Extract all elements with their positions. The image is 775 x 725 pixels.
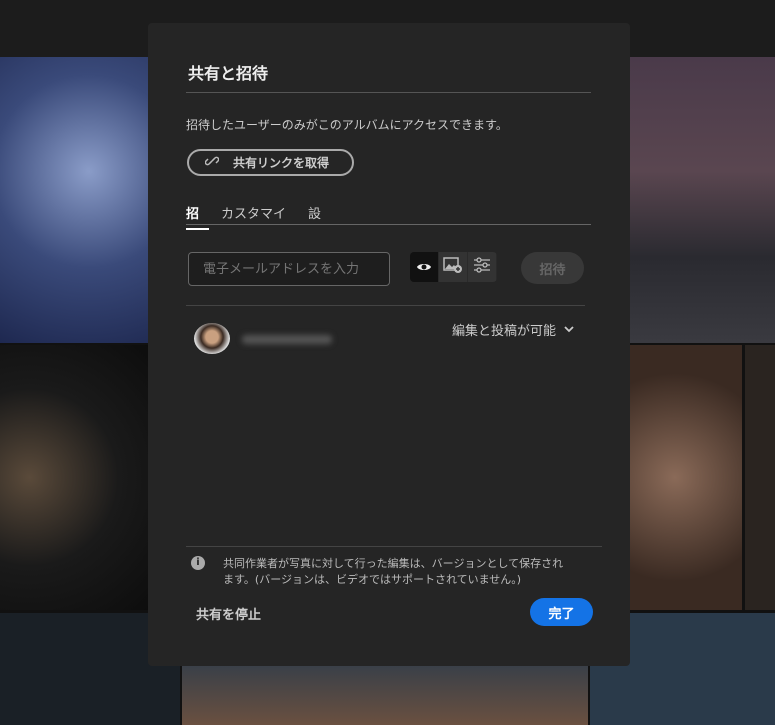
done-button[interactable]: 完了 <box>530 598 593 626</box>
dialog-description: 招待したユーザーのみがこのアルバムにアクセスできます。 <box>186 118 508 132</box>
dialog-title: 共有と招待 <box>188 64 269 83</box>
tab-settings[interactable]: 設 <box>308 203 331 230</box>
permission-toggle-group <box>410 252 497 282</box>
info-icon: i <box>191 556 205 570</box>
tab-invite[interactable]: 招 <box>186 203 210 230</box>
sliders-icon <box>473 257 491 277</box>
get-share-link-label: 共有リンクを取得 <box>233 156 330 170</box>
photo-thumbnail[interactable] <box>630 57 775 343</box>
divider <box>186 546 602 547</box>
collaborator-name-blurred <box>242 335 332 344</box>
share-invite-dialog: 共有と招待 招待したユーザーのみがこのアルバムにアクセスできます。 共有リンクを… <box>148 23 630 666</box>
photo-thumbnail[interactable] <box>745 345 775 610</box>
permission-dropdown[interactable]: 編集と投稿が可能 <box>452 320 574 339</box>
avatar <box>194 323 230 354</box>
add-photos-permission-button[interactable] <box>439 252 468 282</box>
invite-button[interactable]: 招待 <box>521 252 584 284</box>
photo-thumbnail[interactable] <box>630 345 742 610</box>
chevron-down-icon <box>564 322 574 337</box>
email-input[interactable] <box>188 252 390 286</box>
stop-sharing-button[interactable]: 共有を停止 <box>196 604 261 623</box>
divider <box>186 92 591 93</box>
photo-thumbnail[interactable] <box>182 666 588 725</box>
get-share-link-button[interactable]: 共有リンクを取得 <box>187 149 354 176</box>
view-permission-button[interactable] <box>410 252 439 282</box>
link-icon <box>204 154 220 171</box>
photo-thumbnail[interactable] <box>0 345 148 610</box>
permission-label: 編集と投稿が可能 <box>452 324 557 339</box>
photo-thumbnail[interactable] <box>0 57 148 343</box>
image-add-icon <box>443 256 463 278</box>
divider <box>186 305 585 306</box>
tab-customize[interactable]: カスタマイ <box>221 203 296 230</box>
tab-bar: 招 カスタマイ 設 <box>186 203 343 230</box>
tab-underline <box>186 224 591 225</box>
edit-permission-button[interactable] <box>468 252 497 282</box>
eye-icon <box>416 258 432 277</box>
version-note: 共同作業者が写真に対して行った編集は、バージョンとして保存されます。(バージョン… <box>223 557 564 586</box>
